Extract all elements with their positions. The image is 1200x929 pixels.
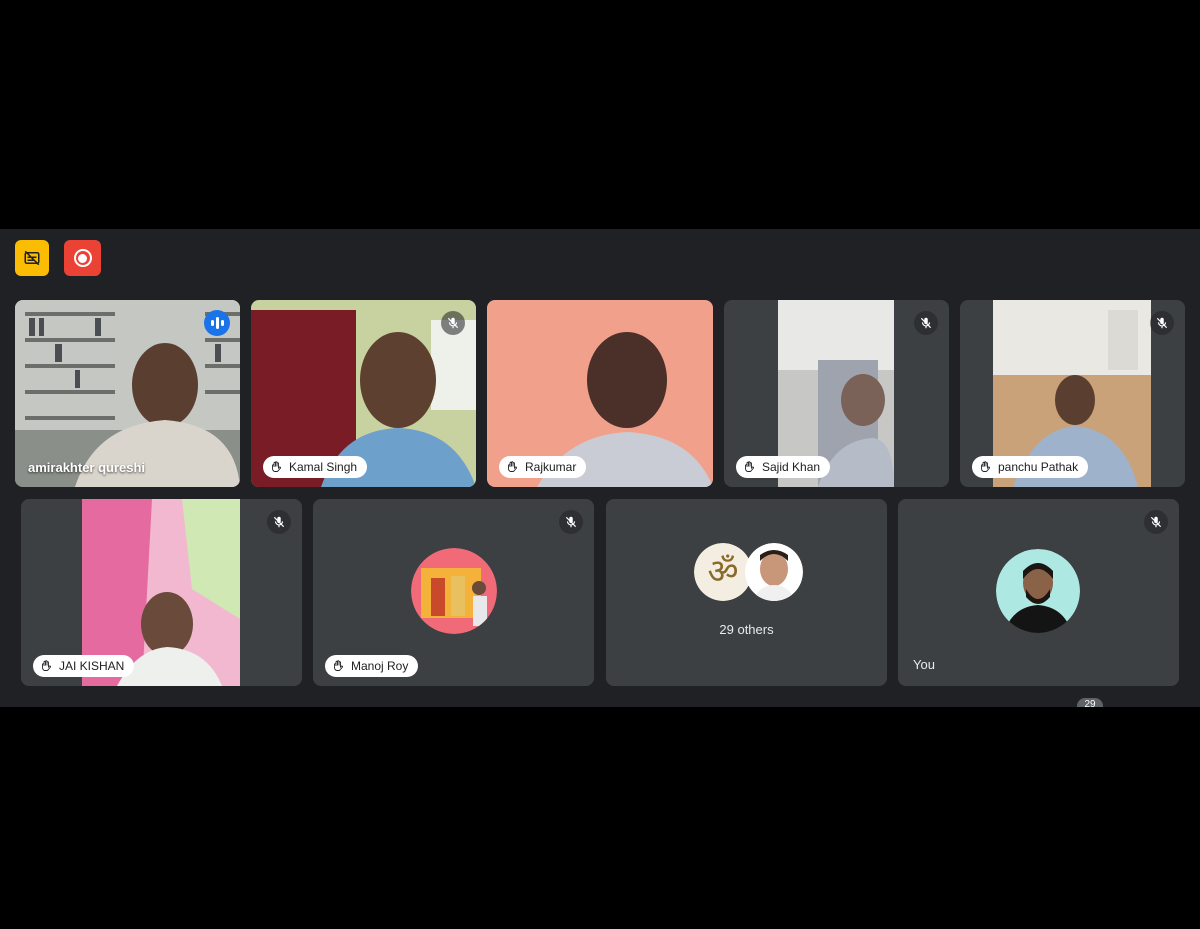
participant-tile[interactable]: Sajid Khan [724,300,949,487]
self-tile[interactable]: You [898,499,1179,686]
participant-name: panchu Pathak [998,460,1079,474]
participant-name-pill: Manoj Roy [325,655,419,677]
others-avatar [745,543,803,601]
participant-count-badge[interactable]: 29 [1077,698,1103,707]
mic-off-icon [1150,311,1174,335]
participant-name: Manoj Roy [351,659,409,673]
participant-name: Kamal Singh [289,460,358,474]
captions-off-icon [24,250,40,266]
participant-name-pill: Rajkumar [499,456,587,478]
captions-button[interactable] [15,240,49,276]
participant-tile[interactable]: Kamal Singh [251,300,476,487]
raised-hand-icon [272,461,282,472]
mic-off-icon [267,510,291,534]
participant-name-pill: Sajid Khan [736,456,831,478]
participant-tile[interactable]: panchu Pathak [960,300,1185,487]
raised-hand-icon [508,461,518,472]
svg-text:ॐ: ॐ [707,552,738,592]
participant-tile[interactable]: Rajkumar [487,300,713,487]
raised-hand-icon [745,461,755,472]
others-avatar: ॐ [694,543,752,601]
participant-name: Sajid Khan [762,460,821,474]
raised-hand-icon [42,660,52,671]
mic-off-icon [559,510,583,534]
participant-name: JAI KISHAN [59,659,125,673]
participant-tile[interactable]: JAI KISHAN [21,499,302,686]
self-label: You [913,657,935,672]
participant-tile[interactable]: Manoj Roy [313,499,594,686]
others-count: 29 others [719,622,774,637]
recording-button[interactable] [64,240,101,276]
self-avatar [996,549,1080,633]
mic-off-icon [914,311,938,335]
raised-hand-icon [334,660,344,671]
participant-name: Rajkumar [525,460,577,474]
recording-icon [73,249,92,267]
speaking-indicator-icon [204,310,230,336]
meeting-stage: amirakhter qureshi Kamal Singh Rajkumar [0,229,1200,707]
mic-off-icon [1144,510,1168,534]
participant-name-pill: Kamal Singh [263,456,368,478]
participant-tile[interactable]: amirakhter qureshi [15,300,240,487]
participant-name: amirakhter qureshi [28,460,146,475]
raised-hand-icon [981,461,991,472]
participant-avatar [411,548,497,634]
participant-name-pill: JAI KISHAN [33,655,135,677]
participant-name-pill: panchu Pathak [972,456,1089,478]
mic-off-icon [441,311,465,335]
others-tile[interactable]: ॐ 29 others [606,499,887,686]
